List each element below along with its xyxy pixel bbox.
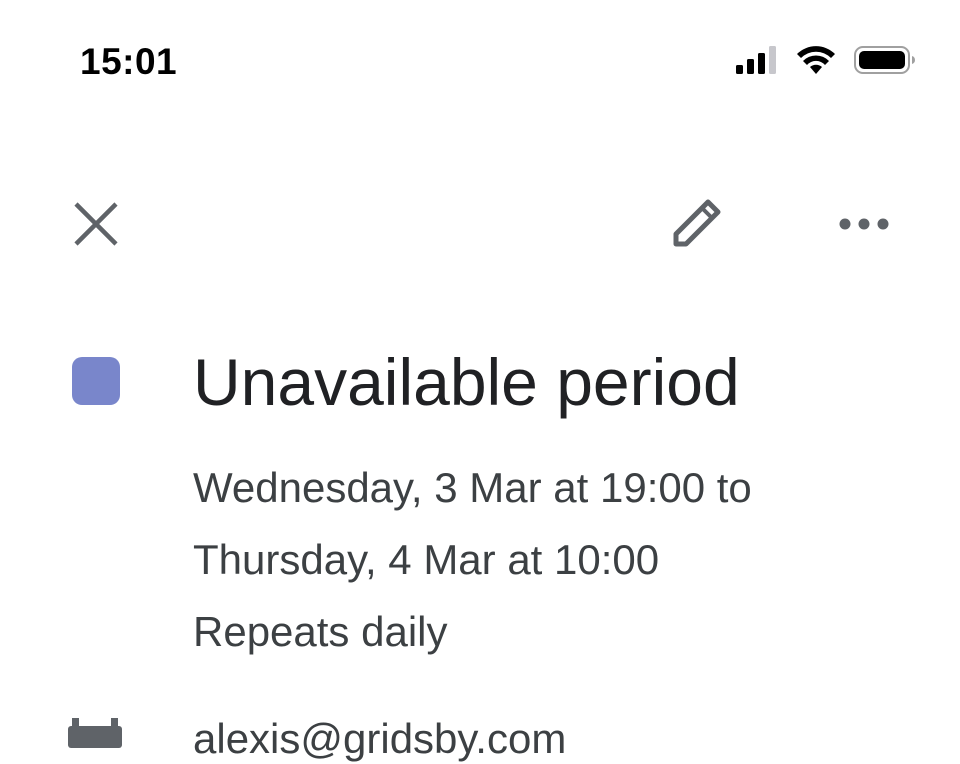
edit-button[interactable] xyxy=(660,190,732,262)
status-time: 15:01 xyxy=(80,41,178,82)
event-title: Unavailable period xyxy=(193,345,740,419)
cellular-signal-icon xyxy=(736,45,778,80)
wifi-icon xyxy=(796,45,836,80)
close-icon xyxy=(73,201,119,252)
event-start: Wednesday, 3 Mar at 19:00 to xyxy=(193,464,752,511)
more-icon xyxy=(838,217,890,236)
battery-icon xyxy=(854,45,916,80)
event-color-swatch xyxy=(72,357,120,405)
close-button[interactable] xyxy=(64,194,128,258)
calendar-icon xyxy=(66,718,126,753)
calendar-name: alexis@gridsby.com xyxy=(193,715,567,762)
more-options-button[interactable] xyxy=(828,194,900,258)
status-icons xyxy=(736,44,916,80)
event-recurrence: Repeats daily xyxy=(193,608,448,655)
edit-icon xyxy=(666,194,726,259)
event-end: Thursday, 4 Mar at 10:00 xyxy=(193,536,660,583)
event-time-details: Wednesday, 3 Mar at 19:00 to Thursday, 4… xyxy=(193,452,752,668)
